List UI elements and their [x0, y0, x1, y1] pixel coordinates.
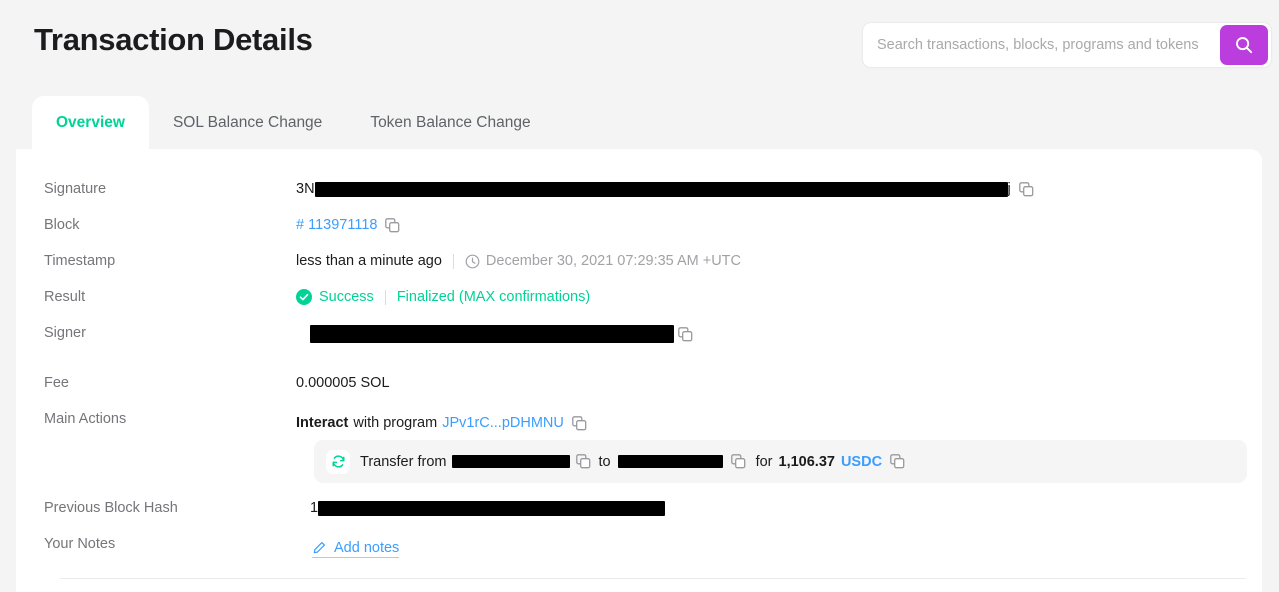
value-your-notes: Add notes — [312, 540, 400, 558]
transfer-description: Transfer from to for 1,106.37 USDC — [360, 454, 905, 470]
bottom-divider — [60, 578, 1246, 579]
divider — [384, 289, 386, 305]
transfer-from-text: Transfer from — [360, 453, 447, 470]
signer-redaction — [310, 325, 674, 343]
copy-icon[interactable] — [678, 326, 693, 342]
signature-suffix: j — [1007, 181, 1011, 197]
tab-overview[interactable]: Overview — [32, 96, 149, 150]
search-icon — [1234, 35, 1254, 55]
signature-redaction — [314, 181, 1008, 197]
label-your-notes: Your Notes — [44, 536, 116, 552]
copy-icon[interactable] — [890, 454, 905, 469]
label-signature: Signature — [44, 181, 107, 197]
copy-icon[interactable] — [1018, 181, 1034, 197]
copy-icon[interactable] — [385, 217, 400, 233]
pencil-icon — [312, 541, 326, 555]
signature-prefix: 3N — [296, 181, 315, 197]
label-fee: Fee — [44, 375, 69, 391]
transfer-amount: 1,106.37 — [778, 453, 835, 470]
value-main-actions: Interact with program JPv1rC...pDHMNU — [296, 415, 587, 431]
transfer-for-word: for — [755, 453, 773, 470]
transaction-details-page: Transaction Details Overview SOL Balance… — [0, 0, 1279, 592]
label-result: Result — [44, 289, 86, 305]
search-input[interactable] — [863, 23, 1220, 67]
swap-icon — [326, 449, 350, 474]
tab-label: Token Balance Change — [370, 114, 531, 131]
search-button[interactable] — [1220, 25, 1268, 65]
add-notes-button[interactable]: Add notes — [312, 540, 400, 558]
timestamp-relative: less than a minute ago — [296, 253, 442, 269]
tab-bar: Overview SOL Balance Change Token Balanc… — [0, 95, 1279, 150]
search-bar — [862, 22, 1272, 68]
prev-hash-prefix: 1 — [310, 500, 319, 516]
value-signer — [310, 325, 693, 343]
label-timestamp: Timestamp — [44, 253, 116, 269]
label-main-actions: Main Actions — [44, 411, 127, 427]
with-program-text: with program — [353, 415, 438, 431]
block-link[interactable]: # 113971118 — [296, 217, 377, 233]
transfer-to-word: to — [598, 453, 611, 470]
value-previous-block-hash: 1 — [310, 500, 666, 516]
tab-sol-balance-change[interactable]: SOL Balance Change — [149, 96, 346, 150]
value-result: Success Finalized (MAX confirmations) — [296, 289, 590, 305]
value-timestamp: less than a minute ago December 30, 2021… — [296, 253, 741, 269]
label-previous-block-hash: Previous Block Hash — [44, 500, 178, 516]
tab-label: SOL Balance Change — [172, 114, 323, 131]
check-circle-icon — [296, 289, 312, 305]
interact-word: Interact — [296, 415, 349, 431]
tab-card-join — [32, 149, 142, 155]
copy-icon[interactable] — [730, 454, 746, 469]
divider — [452, 253, 454, 269]
page-header: Transaction Details — [0, 0, 1279, 92]
transfer-token-link[interactable]: USDC — [841, 454, 882, 470]
transfer-to-redaction — [617, 455, 723, 468]
result-confirmations[interactable]: Finalized (MAX confirmations) — [397, 289, 590, 305]
copy-icon[interactable] — [576, 454, 591, 469]
copy-icon[interactable] — [572, 415, 587, 431]
clock-icon — [465, 254, 480, 269]
tab-label: Overview — [56, 114, 125, 131]
program-link[interactable]: JPv1rC...pDHMNU — [442, 415, 564, 431]
label-signer: Signer — [44, 325, 86, 341]
transfer-from-redaction — [452, 455, 571, 468]
value-fee: 0.000005 SOL — [296, 375, 390, 391]
value-block: # 113971118 — [296, 217, 400, 233]
result-status: Success — [319, 289, 374, 305]
add-notes-label: Add notes — [334, 540, 400, 556]
label-block: Block — [44, 217, 80, 233]
prev-hash-redaction — [318, 500, 666, 516]
page-title: Transaction Details — [34, 22, 313, 57]
details-card — [16, 149, 1262, 592]
transfer-action-box: Transfer from to for 1,106.37 USDC — [314, 440, 1247, 483]
value-signature: 3N j — [296, 181, 1034, 197]
tab-token-balance-change[interactable]: Token Balance Change — [346, 96, 554, 150]
timestamp-absolute: December 30, 2021 07:29:35 AM +UTC — [485, 253, 742, 269]
